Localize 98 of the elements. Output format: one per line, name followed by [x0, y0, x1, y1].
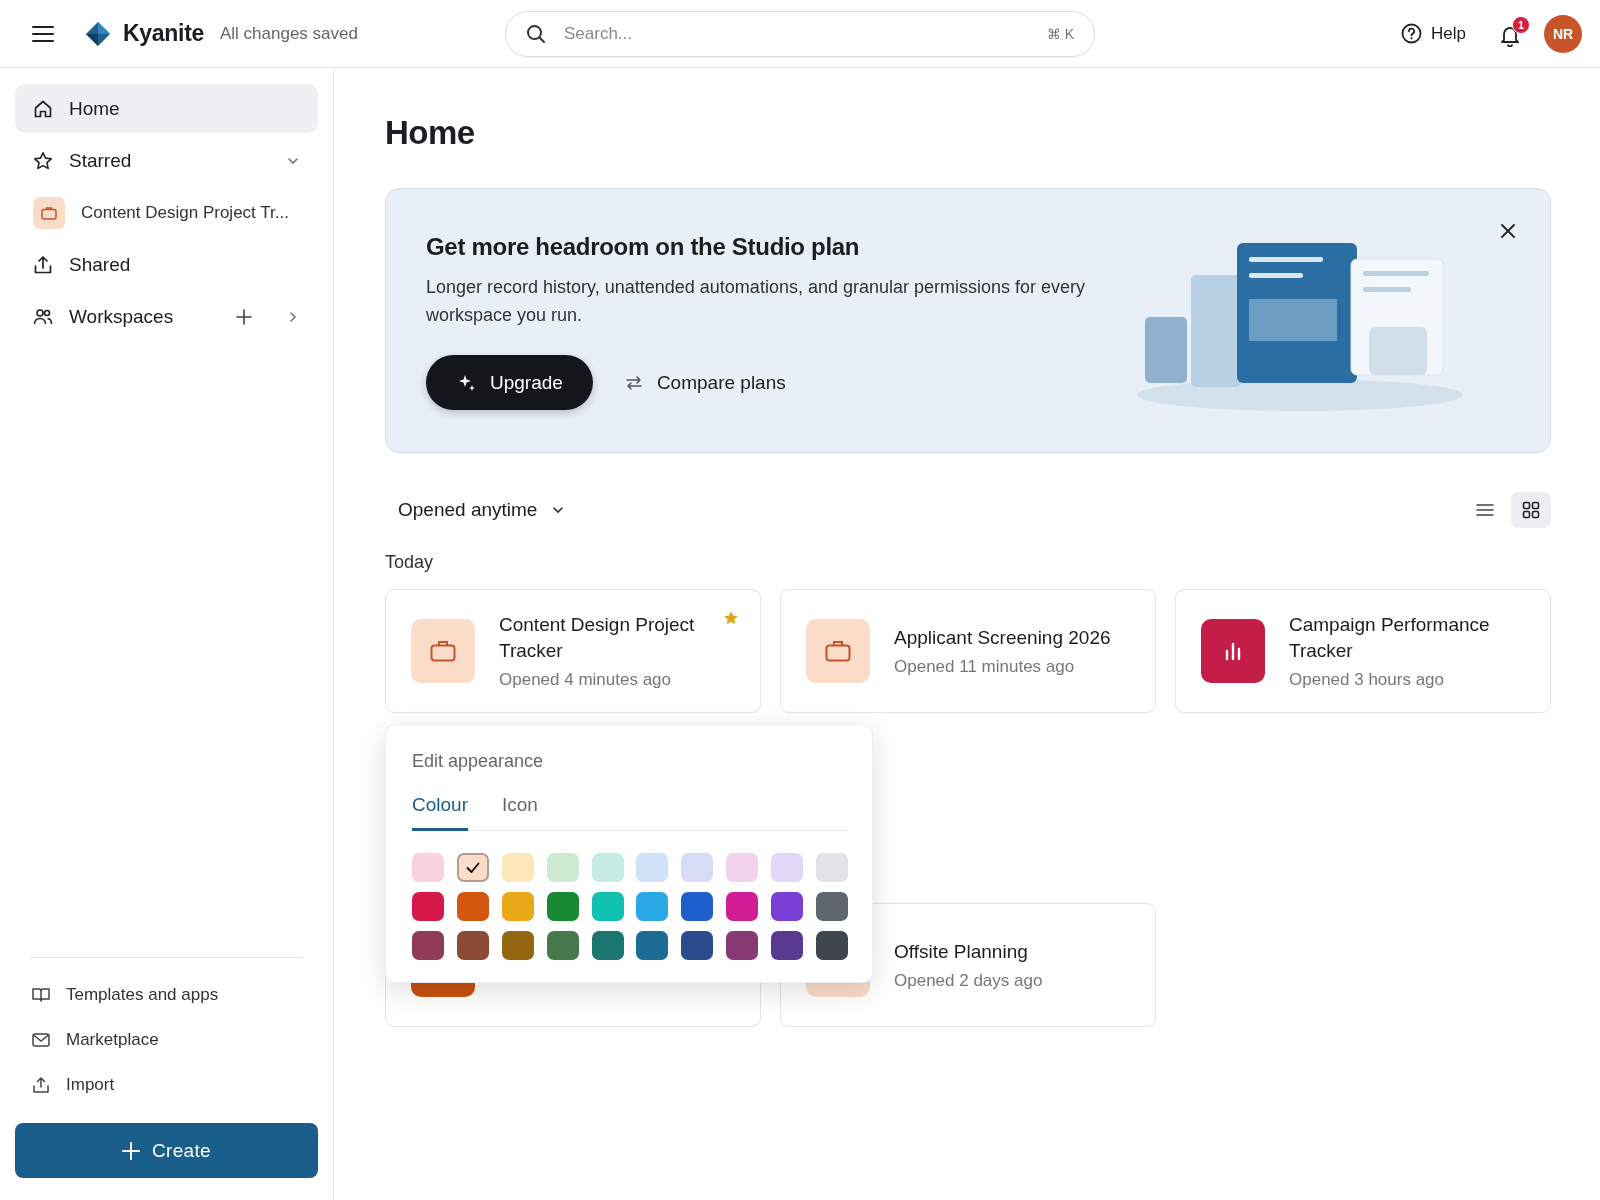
upload-icon [32, 1075, 50, 1094]
color-swatch[interactable] [456, 892, 489, 921]
color-swatch[interactable] [501, 931, 534, 960]
sidebar-item[interactable]: Home [15, 84, 318, 133]
color-swatch[interactable] [412, 931, 444, 960]
add-icon[interactable] [236, 308, 252, 325]
color-swatch[interactable] [501, 853, 534, 882]
upload-icon [33, 254, 53, 275]
book-icon [32, 986, 50, 1003]
color-swatch[interactable] [726, 892, 759, 921]
close-icon [1501, 224, 1515, 238]
sidebar-link[interactable]: Templates and apps [15, 972, 318, 1017]
section-heading: Today [385, 552, 435, 573]
user-avatar[interactable]: NR [1544, 14, 1582, 53]
color-swatch[interactable] [681, 892, 714, 921]
help-button[interactable]: Help [1401, 23, 1466, 44]
color-swatch[interactable] [815, 931, 848, 960]
color-swatch[interactable] [815, 892, 848, 921]
sidebar-link-label: Import [66, 1074, 115, 1095]
sidebar-item[interactable]: Content Design Project Tr... [15, 188, 318, 237]
grid-view-button[interactable] [1511, 492, 1551, 528]
upgrade-button[interactable]: Upgrade [426, 355, 593, 410]
color-swatch[interactable] [412, 853, 444, 882]
sidebar-item[interactable]: Starred [15, 136, 318, 185]
sidebar-link[interactable]: Import [15, 1062, 318, 1107]
color-swatch[interactable] [501, 892, 534, 921]
app-name: Kyanite [123, 20, 204, 47]
file-card[interactable]: Applicant Screening 2026 Opened 11 minutes ago [780, 589, 1156, 713]
page-title: Home [385, 114, 476, 152]
color-swatch[interactable] [636, 892, 669, 921]
sidebar-item-label: Content Design Project Tr... [81, 202, 289, 223]
sidebar-item[interactable]: Workspaces [15, 292, 318, 341]
popover-title: Edit appearance [412, 751, 545, 772]
envelope-icon [32, 1031, 50, 1048]
star-icon[interactable] [723, 610, 739, 626]
color-swatch[interactable] [591, 892, 624, 921]
menu-icon [32, 24, 54, 43]
sidebar-item-label: Workspaces [69, 305, 174, 328]
color-swatch[interactable] [546, 931, 579, 960]
diamond-logo-icon [85, 20, 111, 47]
color-swatch[interactable] [726, 931, 759, 960]
color-swatch[interactable] [771, 931, 803, 960]
color-swatch[interactable] [591, 931, 624, 960]
color-swatch[interactable] [456, 931, 489, 960]
card-title: Campaign Performance Tracker [1289, 613, 1491, 663]
color-swatch[interactable] [546, 853, 579, 882]
search-icon [526, 23, 546, 44]
grid-icon [1522, 501, 1540, 519]
menu-button[interactable] [32, 24, 54, 43]
color-swatch[interactable] [636, 931, 669, 960]
opened-filter-dropdown[interactable]: Opened anytime [385, 499, 566, 521]
plus-icon [122, 1141, 141, 1160]
color-swatch[interactable] [771, 853, 803, 882]
save-status: All changes saved [220, 23, 358, 44]
banner-title: Get more headroom on the Studio plan [426, 233, 861, 261]
bell-icon [1500, 25, 1520, 47]
create-button[interactable]: Create [15, 1123, 318, 1178]
color-swatch[interactable] [815, 853, 848, 882]
compare-plans-button[interactable]: Compare plans [624, 371, 786, 394]
sidebar-item-label: Shared [69, 253, 131, 276]
sidebar-link-label: Marketplace [66, 1029, 159, 1050]
card-subtitle: Opened 4 minutes ago [499, 670, 672, 690]
list-icon [1476, 503, 1494, 517]
tab[interactable]: Icon [502, 794, 538, 831]
color-swatch[interactable] [681, 931, 714, 960]
notifications-button[interactable]: 1 [1496, 16, 1530, 51]
color-swatch[interactable] [681, 853, 714, 882]
notification-badge: 1 [1512, 16, 1530, 34]
banner-description: Longer record history, unattended automations, and granular permissions for every workspace you run. [426, 276, 1086, 327]
sparkle-icon [458, 373, 476, 392]
sidebar-item[interactable]: Shared [15, 240, 318, 289]
card-title: Offsite Planning [894, 940, 1029, 964]
color-swatch[interactable] [726, 853, 759, 882]
card-title: Applicant Screening 2026 [894, 626, 1112, 650]
card-subtitle: Opened 3 hours ago [1289, 670, 1445, 690]
sidebar-link[interactable]: Marketplace [15, 1017, 318, 1062]
tab[interactable]: Colour [412, 794, 468, 831]
color-swatch[interactable] [546, 892, 579, 921]
search-input[interactable]: Search... [562, 22, 1031, 45]
color-swatch[interactable] [412, 892, 444, 921]
sidebar-item-label: Home [69, 97, 120, 120]
shortcut-hint: ⌘ K [1046, 25, 1074, 42]
card-subtitle: Opened 11 minutes ago [894, 657, 1076, 677]
swap-arrows-icon [624, 374, 643, 391]
color-swatch[interactable] [636, 853, 669, 882]
card-subtitle: Opened 2 days ago [894, 971, 1044, 991]
people-icon [33, 306, 53, 327]
file-card[interactable]: Campaign Performance Tracker Opened 3 hours ago [1175, 589, 1551, 713]
sidebar-link-label: Templates and apps [66, 984, 219, 1005]
home-icon [33, 98, 53, 119]
color-swatch[interactable] [591, 853, 624, 882]
sidebar-item-label: Starred [69, 149, 132, 172]
color-swatch[interactable] [771, 892, 803, 921]
file-card[interactable]: Content Design Project Tracker Opened 4 minutes ago [385, 589, 761, 713]
star-icon [33, 150, 53, 171]
card-title: Content Design Project Tracker [499, 613, 696, 663]
help-icon [1401, 23, 1423, 44]
color-swatch[interactable] [456, 853, 489, 882]
